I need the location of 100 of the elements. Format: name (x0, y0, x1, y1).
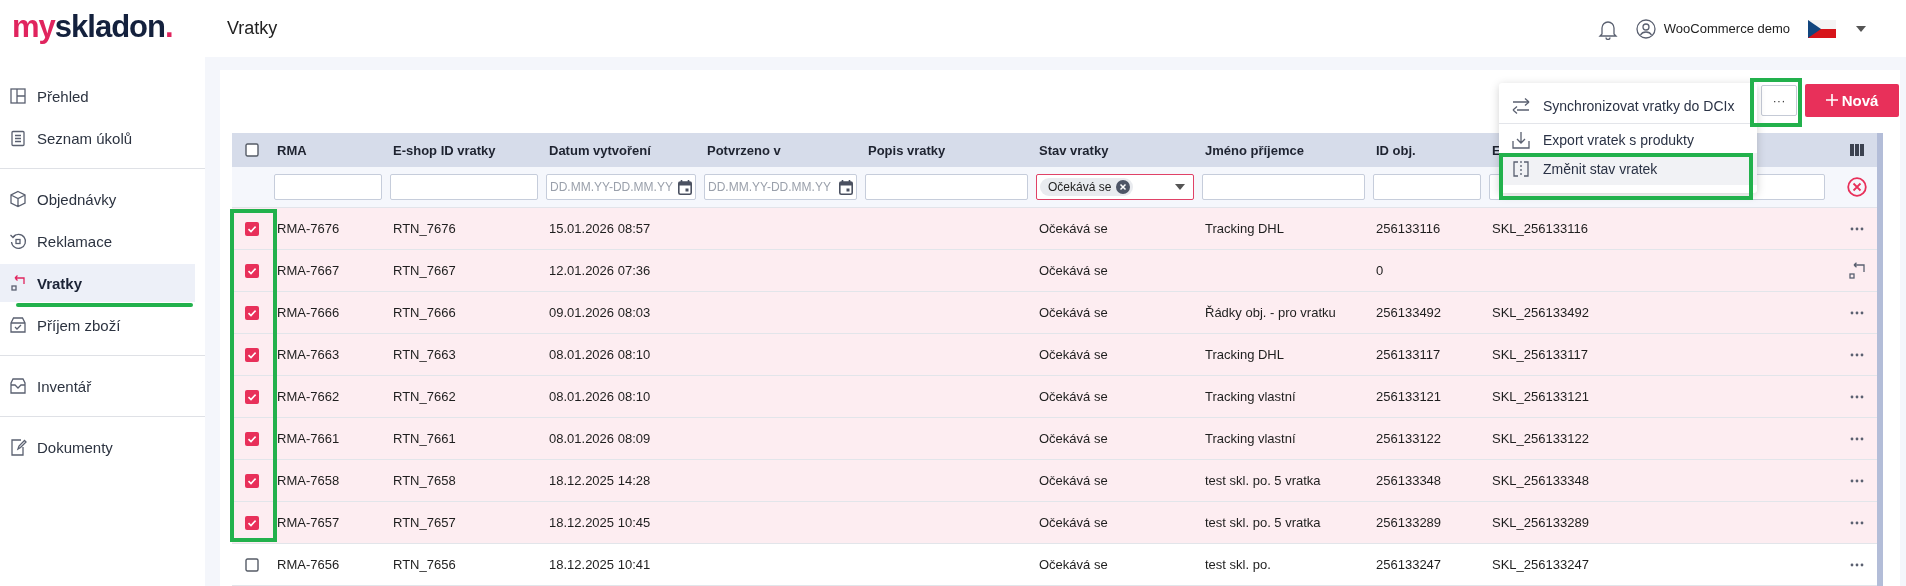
calendar-icon (678, 179, 692, 195)
checkbox[interactable] (244, 515, 259, 530)
table-cell-text: Očekává se (1039, 221, 1109, 236)
filter-field[interactable] (390, 174, 538, 200)
filter-chip: Očekává se (1040, 178, 1134, 196)
new-button[interactable]: Nová (1805, 83, 1899, 117)
clear-filter-icon[interactable] (1846, 177, 1867, 197)
column-header[interactable]: Popis vratky (868, 142, 1039, 158)
return-icon[interactable] (1847, 261, 1866, 280)
nav-item[interactable]: Objednávky (0, 180, 195, 218)
checkbox[interactable] (244, 557, 259, 572)
table-cell-text: RMA-7662 (277, 389, 341, 404)
nav-item[interactable]: Vratky (0, 264, 195, 302)
avatar-icon[interactable] (1635, 18, 1656, 39)
menu-item[interactable]: Synchronizovat vratky do DCIx (1499, 89, 1757, 124)
menu-item[interactable]: Export vratek s produkty (1499, 126, 1757, 153)
filter-field[interactable] (865, 174, 1028, 200)
checkbox[interactable] (244, 389, 259, 404)
checkbox[interactable] (244, 263, 259, 278)
table-cell-text: SKL_256133247 (1492, 557, 1590, 572)
column-header[interactable]: Datum vytvoření (549, 142, 707, 158)
logo: myskladon. (12, 8, 174, 45)
table-cell-text: RMA-7666 (277, 305, 341, 320)
checkbox[interactable] (244, 473, 259, 488)
table-cell-text: RTN_7656 (393, 557, 457, 572)
table-cell-text: 09.01.2026 08:03 (549, 305, 652, 320)
nav-item[interactable]: Příjem zboží (0, 306, 195, 344)
remove-icon[interactable] (1116, 180, 1131, 194)
checkbox[interactable] (244, 221, 259, 236)
more-icon[interactable] (1849, 310, 1864, 315)
checkbox[interactable] (244, 143, 259, 157)
checkbox[interactable] (244, 347, 259, 362)
highlight-frame (1750, 78, 1802, 127)
table-cell-text: SKL_256133116 (1492, 221, 1589, 236)
document-edit-icon (9, 438, 27, 456)
table-cell-text: Tracking DHL (1205, 221, 1285, 236)
more-icon[interactable] (1849, 226, 1864, 231)
nav-item[interactable]: Dokumenty (0, 428, 195, 466)
refresh-icon (9, 232, 27, 250)
filter-field[interactable] (274, 174, 382, 200)
table-cell-text: 256133117 (1376, 347, 1442, 362)
more-icon[interactable] (1849, 394, 1864, 399)
column-header[interactable]: Jméno příjemce (1205, 142, 1376, 158)
more-button[interactable]: ··· (1761, 84, 1797, 116)
table-cell-text: RMA-7657 (277, 515, 341, 530)
table-cell-text: 256133122 (1376, 431, 1443, 446)
table-cell-text: RMA-7656 (277, 557, 341, 572)
table-cell-text: Očekává se (1039, 347, 1109, 362)
more-icon[interactable] (1849, 520, 1864, 525)
layout-icon (9, 87, 27, 105)
more-icon[interactable] (1849, 562, 1864, 567)
status-filter-select[interactable]: Očekává se (1036, 174, 1194, 200)
table-cell-text: Očekává se (1039, 305, 1109, 320)
table-cell-text: 256133116 (1376, 221, 1442, 236)
caret-icon (1175, 184, 1185, 190)
table-cell-text: RTN_7663 (393, 347, 457, 362)
column-header[interactable]: RMA (277, 142, 393, 158)
nav-item[interactable]: Seznam úkolů (0, 119, 195, 157)
table-cell-text: Očekává se (1039, 263, 1109, 278)
table-cell-text: SKL_256133492 (1492, 305, 1590, 320)
more-icon[interactable] (1849, 352, 1864, 357)
flag-icon[interactable] (1808, 19, 1836, 38)
more-icon[interactable] (1849, 436, 1864, 441)
table-cell-text: 08.01.2026 08:10 (549, 347, 652, 362)
table-cell-text: 15.01.2026 08:57 (549, 221, 652, 236)
table-cell-text: 256133121 (1376, 389, 1443, 404)
column-header[interactable]: E-shop ID vratky (393, 142, 549, 158)
columns-icon[interactable] (1849, 144, 1864, 156)
column-header[interactable]: Stav vratky (1039, 142, 1205, 158)
filter-field[interactable] (1202, 174, 1365, 200)
column-header[interactable]: Potvrzeno v (707, 142, 868, 158)
table-cell-text: RTN_7662 (393, 389, 457, 404)
table-cell-text: RMA-7676 (277, 221, 341, 236)
nav-item[interactable]: Přehled (0, 77, 195, 115)
split-columns-icon (1511, 159, 1531, 179)
table-cell-text: test skl. po. 5 vratka (1205, 515, 1322, 530)
nav-item[interactable]: Inventář (0, 367, 195, 405)
user-name[interactable]: WooCommerce demo (1663, 21, 1790, 36)
table-cell-text: SKL_256133117 (1492, 347, 1589, 362)
table-cell-text: RTN_7661 (393, 431, 457, 446)
table-cell-text: 08.01.2026 08:09 (549, 431, 652, 446)
table-cell-text: 18.12.2025 10:45 (549, 515, 652, 530)
table-cell-text: Očekává se (1039, 431, 1109, 446)
inbox-icon (9, 377, 27, 395)
column-header[interactable]: ID obj. (1376, 142, 1492, 158)
table-cell-text: SKL_256133121 (1492, 389, 1590, 404)
table-cell-text: 12.01.2026 07:36 (549, 263, 652, 278)
checkbox[interactable] (244, 431, 259, 446)
checkbox[interactable] (244, 305, 259, 320)
page-title: Vratky (227, 18, 279, 39)
table-cell-text: RMA-7658 (277, 473, 341, 488)
table-cell-text: Tracking DHL (1205, 347, 1285, 362)
nav-item[interactable]: Reklamace (0, 222, 195, 260)
more-icon[interactable] (1849, 478, 1864, 483)
scrollbar[interactable] (1877, 133, 1883, 586)
caret-icon[interactable] (1856, 25, 1866, 32)
table-cell-text: RTN_7676 (393, 221, 457, 236)
filter-field[interactable] (1373, 174, 1481, 200)
table-cell-text: RMA-7667 (277, 263, 341, 278)
table-cell-text: 0 (1376, 263, 1385, 278)
